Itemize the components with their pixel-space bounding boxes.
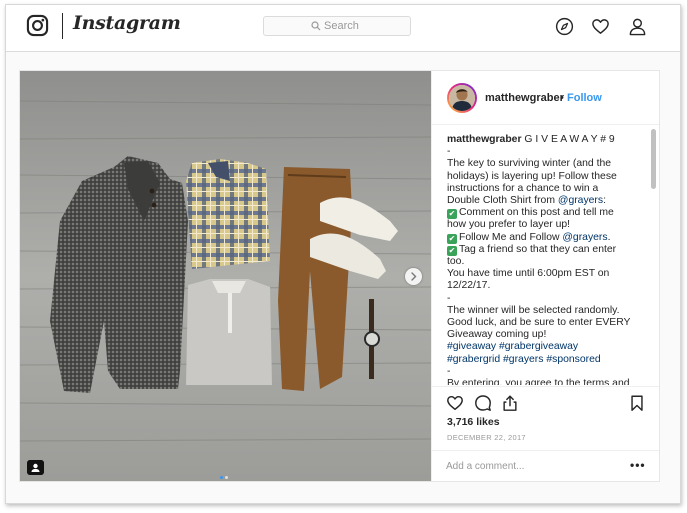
caption-text: too. [447,256,465,268]
caption-line: #giveaway #grabergiveaway [447,341,641,353]
more-options-icon[interactable]: ••• [630,458,646,472]
search-input[interactable] [324,18,406,34]
caption-line: ✔ Tag a friend so that they can enter [447,244,641,256]
caption-line: Giveaway coming up! [447,329,641,341]
post-author-username[interactable]: matthewgraber [485,92,564,104]
post-sidebar: matthewgraber • Follow matthewgraber G I… [431,71,659,481]
caption-line: - [447,146,641,158]
bookmark-icon[interactable] [628,394,646,412]
caption-line: matthewgraber G I V E A W A Y # 9 [447,134,641,146]
caption-text: Good luck, and be sure to enter EVERY [447,317,631,329]
heart-icon[interactable] [591,17,610,36]
mention-link[interactable]: @grayers [562,232,607,243]
caption-line: - [447,293,641,305]
search-box[interactable] [263,16,411,36]
header-separator: • [560,92,564,104]
hashtag-link[interactable]: #grabergrid [447,354,500,365]
caption-username[interactable]: matthewgraber [447,134,522,145]
caption-line: The winner will be selected randomly. [447,305,641,317]
likes-count[interactable]: 3,716 likes [447,416,500,428]
caption-text: Comment on this post and tell me [459,207,614,219]
top-navigation-bar: Instagram [6,5,680,52]
scrollbar-thumb[interactable] [651,129,656,189]
caption-text: You have time until 6:00pm EST on [447,268,610,280]
caption-text: holidays) is layering up! Follow these [447,170,617,182]
post-card: matthewgraber • Follow matthewgraber G I… [19,70,660,482]
caption-text: instructions for a chance to win a [447,182,599,194]
caption-line: - [447,366,641,378]
caption-text: how you prefer to layer up! [447,219,571,231]
caption-line: too. [447,256,641,268]
hashtag-link[interactable]: #sponsored [546,354,600,365]
comment-bar: ••• [432,450,659,481]
post-actions-bar [432,386,659,416]
browser-window: Instagram Search matthewgraber • Follow … [5,4,681,504]
hashtag-link[interactable]: #giveaway [447,341,496,352]
caption-line: how you prefer to layer up! [447,219,641,231]
post-date: DECEMBER 22, 2017 [447,433,526,442]
caption-text: 12/22/17. [447,280,491,292]
caption-text: Tag a friend so that they can enter [459,243,617,255]
carousel-dot [225,476,228,479]
carousel-next-icon[interactable] [405,268,422,285]
instagram-logo-icon[interactable] [26,14,49,37]
caption-line: #grabergrid #grayers #sponsored [447,354,641,366]
caption-line: 12/22/17. [447,280,641,292]
caption-text: . [607,231,611,243]
caption-text: - [447,146,451,158]
caption-line: ✔ Comment on this post and tell me [447,207,641,220]
comment-input[interactable] [446,459,606,474]
comment-icon[interactable] [474,394,492,412]
logo-divider [62,13,63,39]
checkmark-emoji-icon: ✔ [447,233,457,244]
caption-line: instructions for a chance to win a [447,183,641,195]
profile-icon[interactable] [628,17,647,36]
hashtag-link[interactable]: #grabergiveaway [499,341,578,352]
caption-text: The key to surviving winter (and the [447,158,612,170]
caption-text: - [447,365,451,377]
carousel-dots [220,466,230,481]
caption-text: Giveaway coming up! [447,329,547,341]
caption-line: Good luck, and be sure to enter EVERY [447,317,641,329]
caption-scrollbar[interactable] [650,129,656,384]
caption-line: holidays) is layering up! Follow these [447,171,641,183]
checkmark-emoji-icon: ✔ [447,209,457,220]
follow-button[interactable]: Follow [567,92,602,104]
caption-text: G I V E A W A Y # 9 [521,134,615,145]
caption-line: By entering, you agree to the terms and [447,378,641,385]
caption-text: The winner will be selected randomly. [447,304,620,316]
hashtag-link[interactable]: #grayers [503,354,543,365]
post-header: matthewgraber • Follow [432,71,659,125]
caption-line: You have time until 6:00pm EST on [447,268,641,280]
search-icon [311,21,321,31]
compass-icon[interactable] [555,17,574,36]
post-photo[interactable] [20,71,431,481]
caption-line: Double Cloth Shirt from @grayers: [447,195,641,207]
caption-text: By entering, you agree to the terms and [447,378,630,385]
mention-link[interactable]: @grayers [558,195,603,206]
caption-line: The key to surviving winter (and the [447,158,641,170]
caption-text: - [447,292,451,304]
like-heart-icon[interactable] [446,394,464,412]
instagram-wordmark[interactable]: Instagram [73,12,181,34]
tagged-user-icon[interactable] [27,460,44,475]
caption-text: Follow Me and Follow [459,231,563,243]
outfit-flatlay-image [20,71,431,481]
caption-text: : [603,195,606,207]
carousel-dot-active [220,476,223,479]
post-caption: matthewgraber G I V E A W A Y # 9- The ke… [447,134,641,385]
share-icon[interactable] [501,394,519,412]
caption-line: ✔ Follow Me and Follow @grayers. [447,232,641,244]
caption-text: Double Cloth Shirt from [447,195,558,207]
avatar[interactable] [449,85,475,111]
checkmark-emoji-icon: ✔ [447,245,457,256]
story-ring[interactable] [447,83,477,113]
